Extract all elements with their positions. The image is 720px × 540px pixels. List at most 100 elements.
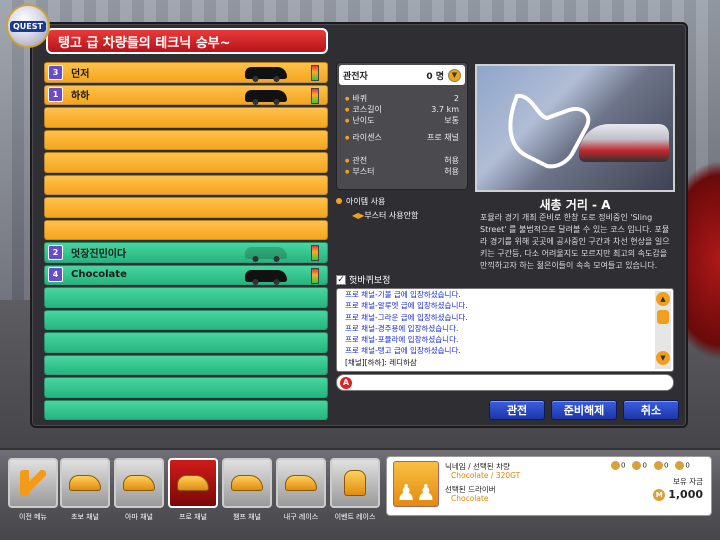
chat-line: 프로 채널-그라운 급에 입장하셨습니다. (345, 312, 468, 322)
chat-line: 프로 채널-탱고 급에 입장하셨습니다. (345, 346, 461, 356)
nav-button[interactable] (60, 458, 110, 508)
slot-number-badge: 3 (48, 64, 63, 80)
player-slot[interactable] (44, 309, 328, 330)
watch-button[interactable]: 관전 (489, 400, 545, 420)
nav-button[interactable] (222, 458, 272, 508)
player-slot[interactable] (44, 107, 328, 128)
player-slot[interactable]: 3 던저 (44, 62, 328, 83)
player-name: 하하 (71, 91, 90, 103)
chat-mode-icon[interactable]: A (340, 377, 352, 389)
nav-button[interactable] (330, 458, 380, 508)
medal-stats: 0 0 0 0 (611, 461, 690, 470)
nav-label: 내구 레이스 (283, 513, 319, 521)
medal-bronze: 0 (653, 461, 668, 470)
player-slot[interactable] (44, 354, 328, 375)
nav-item[interactable]: 아마 채널 (114, 458, 164, 522)
track-car-image (579, 124, 669, 162)
chat-line: 프로 채널-경주용에 입장하셨습니다. (345, 323, 459, 333)
nav-label: 프로 채널 (179, 513, 207, 521)
nav-item[interactable]: 프로 채널 (168, 458, 218, 522)
medal-silver: 0 (632, 461, 647, 470)
wheelspin-correction-checkbox[interactable]: ✓ 헛바퀴보정 (336, 273, 390, 286)
car-silhouette-icon (245, 89, 287, 105)
scroll-up-icon[interactable]: ▲ (656, 292, 670, 306)
player-name: Chocolate (71, 269, 127, 281)
player-name: 멋장진민이다 (71, 248, 127, 260)
spectator-count: 0 명 (426, 71, 444, 82)
car-silhouette-icon (245, 67, 287, 82)
nav-button[interactable] (276, 458, 326, 508)
car-icon (123, 475, 155, 491)
track-preview-image (475, 64, 675, 192)
ping-gauge-icon (311, 87, 319, 104)
nav-label: 초보 채널 (71, 513, 99, 521)
nav-button[interactable] (114, 458, 164, 508)
nav-label: 아마 채널 (125, 513, 153, 521)
player-slot[interactable]: 4 Chocolate (44, 264, 328, 285)
chat-line: 프로 채널-포뮬라에 입장하셨습니다. (345, 335, 459, 345)
checkbox-icon[interactable]: ✓ (336, 274, 346, 285)
nav-label: 이전 메뉴 (19, 513, 47, 521)
chat-line: [채널][하하]: 레디하삼 (345, 357, 417, 367)
spectator-label: 관전자 (343, 71, 368, 82)
cancel-button[interactable]: 취소 (623, 400, 679, 420)
spectator-dropdown-icon[interactable]: ▼ (448, 68, 461, 82)
player-slot[interactable]: 2 멋장진민이다 (44, 242, 328, 263)
slot-number-badge: 1 (48, 87, 63, 103)
chat-line: 프로 채널-기볼 급에 입장하셨습니다. (345, 290, 461, 299)
ping-gauge-icon (311, 65, 319, 81)
info-license: 라이센스프로 채널 (337, 132, 467, 143)
truck-icon (285, 475, 317, 491)
room-info-box: 관전자 0 명 ▼ 바퀴2 코스길이3.7 km 난이도보통 라이센스프로 채널… (336, 62, 468, 190)
player-slot[interactable] (44, 399, 328, 420)
room-title: 탱고 급 차량들의 테크닉 승부~ (46, 28, 328, 54)
nav-label: 챔프 채널 (233, 513, 261, 521)
scroll-thumb[interactable] (657, 310, 669, 324)
slot-number-badge: 2 (48, 244, 63, 260)
nav-item[interactable]: 챔프 채널 (222, 458, 272, 522)
medal-other: 0 (675, 461, 690, 470)
player-name: 던저 (71, 68, 90, 80)
player-slot[interactable]: 1 하하 (44, 84, 328, 105)
nav-item[interactable]: 초보 채널 (60, 458, 110, 522)
player-slot[interactable] (44, 174, 328, 195)
nav-button[interactable] (8, 458, 58, 508)
money-value: M 1,000 (653, 488, 703, 501)
player-slot[interactable] (44, 197, 328, 218)
item-use-option[interactable]: ◀▶부스터 사용안함 (352, 210, 468, 221)
nick-value: Chocolate / 320GT (451, 471, 521, 480)
version-label: r.8154 (682, 508, 708, 517)
unready-button[interactable]: 준비해제 (551, 400, 617, 420)
info-booster: 부스터허용 (337, 166, 467, 177)
nav-button[interactable] (168, 458, 218, 508)
player-slot[interactable] (44, 219, 328, 240)
formula-car-icon (231, 475, 263, 491)
bullet-icon (336, 198, 342, 204)
gold-medal-icon (611, 461, 620, 470)
player-slot[interactable] (44, 377, 328, 398)
quest-badge[interactable]: QUEST (6, 4, 50, 48)
back-arrow-icon (20, 470, 46, 496)
sports-car-icon (177, 475, 209, 491)
nav-item[interactable]: 이전 메뉴 (8, 458, 58, 522)
ping-gauge-icon (311, 245, 319, 261)
chat-input[interactable]: A (336, 374, 674, 391)
spectator-row: 관전자 0 명 ▼ (339, 65, 465, 85)
info-difficulty: 난이도보통 (337, 115, 467, 126)
player-slot[interactable] (44, 287, 328, 308)
silver-medal-icon (632, 461, 642, 470)
player-slot[interactable] (44, 129, 328, 150)
scroll-down-icon[interactable]: ▼ (656, 351, 670, 365)
chat-scrollbar[interactable]: ▲ ▼ (655, 291, 671, 369)
chat-log: 프로 채널-기볼 급에 입장하셨습니다. 프로 채널-알루엣 급에 입장하셨습니다… (336, 288, 674, 372)
player-slot[interactable] (44, 152, 328, 173)
community-avatar-icon[interactable]: ♟♟ (393, 461, 439, 507)
nav-item[interactable]: 이벤트 레이스 (330, 458, 380, 522)
kart-icon (69, 475, 101, 491)
info-spectate: 관전허용 (337, 155, 467, 166)
item-use-section: 아이템 사용 ◀▶부스터 사용안함 (336, 196, 468, 221)
info-laps: 바퀴2 (337, 93, 467, 104)
player-slot[interactable] (44, 332, 328, 353)
nav-item[interactable]: 내구 레이스 (276, 458, 326, 522)
trophy-icon (344, 470, 366, 496)
